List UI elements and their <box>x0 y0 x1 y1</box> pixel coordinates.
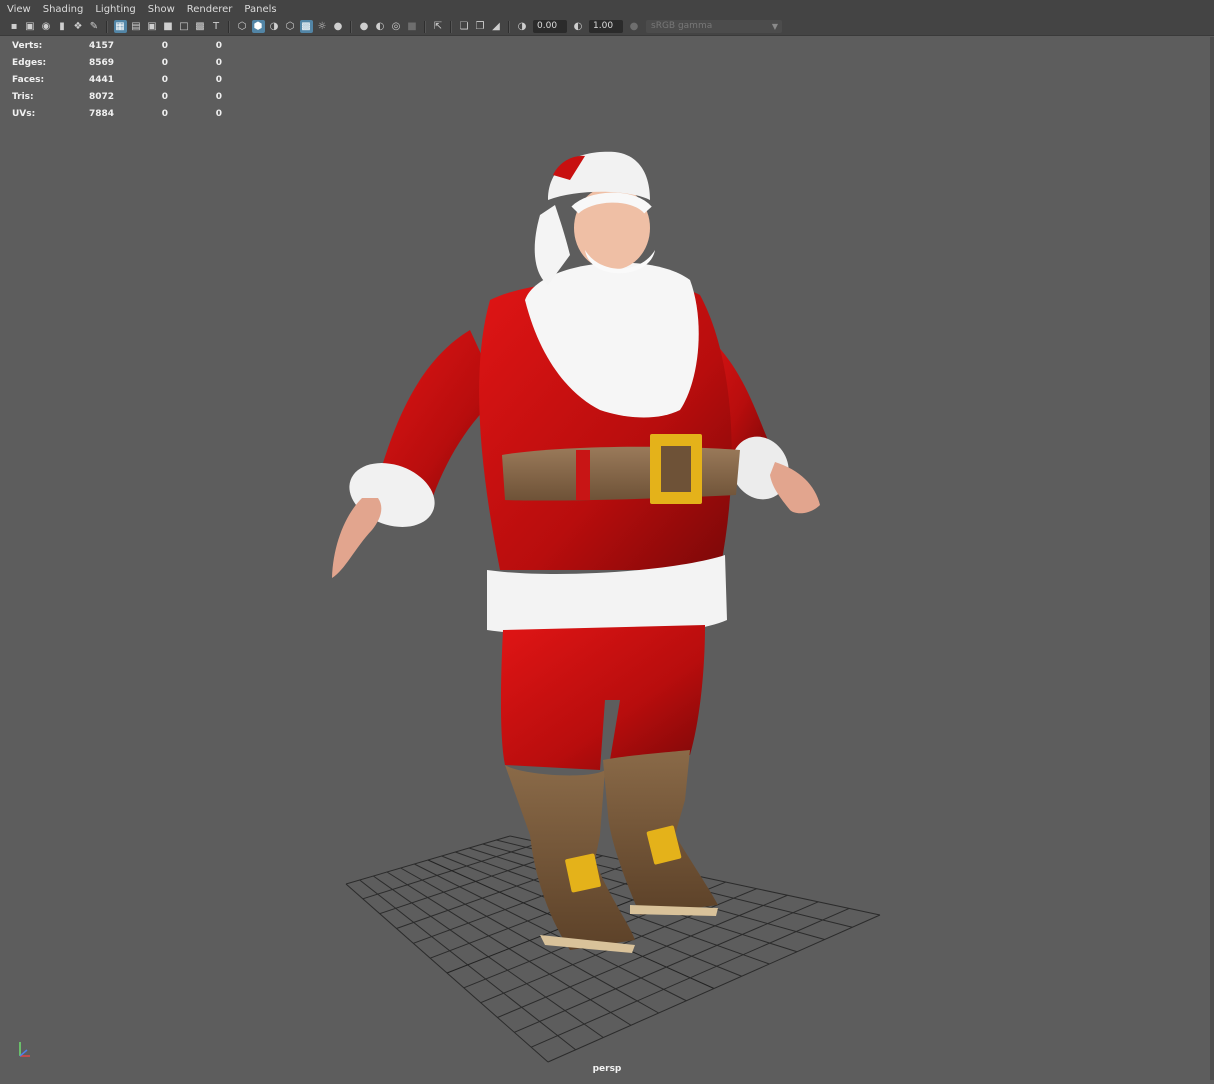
film-gate-icon[interactable]: ▤ <box>130 20 143 33</box>
hud-row-faces: Faces: 4441 0 0 <box>12 71 222 88</box>
select-camera-icon[interactable]: ▪ <box>8 20 21 33</box>
camera-attributes-icon[interactable]: ▣ <box>24 20 37 33</box>
poly-count-hud: Verts: 4157 0 0 Edges: 8569 0 0 Faces: 4… <box>12 37 222 123</box>
menu-panels[interactable]: Panels <box>238 4 282 15</box>
hud-row-uvs: UVs: 7884 0 0 <box>12 106 222 123</box>
viewport-scene <box>332 151 881 1063</box>
flat-shade-icon[interactable]: ◑ <box>268 20 281 33</box>
safe-action-icon[interactable]: ▩ <box>194 20 207 33</box>
hud-selected-value: 0 <box>161 109 168 120</box>
panel-menu-bar: View Shading Lighting Show Renderer Pane… <box>0 0 1214 18</box>
color-space-dropdown[interactable]: sRGB gamma ▼ <box>646 20 782 33</box>
bounding-box-icon[interactable]: ⬡ <box>284 20 297 33</box>
hud-value: 8569 <box>88 57 114 68</box>
safe-title-icon[interactable]: T <box>210 20 223 33</box>
toolbar-separator <box>228 20 230 33</box>
hud-label: Faces: <box>12 74 45 85</box>
hud-components-value: 0 <box>215 40 222 51</box>
toolbar-separator <box>106 20 108 33</box>
toolbar-separator <box>424 20 426 33</box>
motion-blur-icon[interactable]: ◐ <box>374 20 387 33</box>
grid-icon[interactable]: ▦ <box>113 20 127 33</box>
hud-components-value: 0 <box>215 92 222 103</box>
gate-mask-icon[interactable]: ■ <box>162 20 175 33</box>
smooth-shade-icon[interactable]: ⬢ <box>251 20 265 33</box>
viewport-3d[interactable] <box>0 37 1214 1080</box>
isolate-select-icon[interactable]: ⇱ <box>432 20 445 33</box>
depth-of-field-icon[interactable]: ■ <box>406 20 419 33</box>
view-transform-icon[interactable]: ● <box>628 20 641 33</box>
santa-model <box>332 151 820 953</box>
screen-space-ao-icon[interactable]: ● <box>358 20 371 33</box>
toolbar-separator <box>350 20 352 33</box>
hud-components-value: 0 <box>215 109 222 120</box>
hud-components-value: 0 <box>215 74 222 85</box>
exposure-field[interactable]: 0.00 <box>533 20 567 33</box>
hud-value: 8072 <box>88 92 114 103</box>
anti-aliasing-icon[interactable]: ◎ <box>390 20 403 33</box>
hud-selected-value: 0 <box>161 57 168 68</box>
menu-renderer[interactable]: Renderer <box>181 4 239 15</box>
camera-name-label: persp <box>592 1064 622 1074</box>
field-chart-icon[interactable]: □ <box>178 20 191 33</box>
viewport-border <box>1210 37 1214 1080</box>
chevron-down-icon: ▼ <box>771 22 778 31</box>
hud-value: 4441 <box>88 74 114 85</box>
menu-shading[interactable]: Shading <box>37 4 90 15</box>
hud-label: Tris: <box>12 92 34 103</box>
wireframe-icon[interactable]: ⬡ <box>236 20 249 33</box>
hud-selected-value: 0 <box>161 40 168 51</box>
resolution-gate-icon[interactable]: ▣ <box>146 20 159 33</box>
xray-icon[interactable]: ❏ <box>458 20 471 33</box>
hud-value: 7884 <box>88 109 114 120</box>
menu-view[interactable]: View <box>0 4 37 15</box>
menu-lighting[interactable]: Lighting <box>89 4 141 15</box>
textured-icon[interactable]: ▩ <box>299 20 313 33</box>
menu-show[interactable]: Show <box>142 4 181 15</box>
hud-label: UVs: <box>12 109 36 120</box>
toolbar-separator <box>508 20 510 33</box>
grease-pencil-icon[interactable]: ✎ <box>88 20 101 33</box>
hud-label: Verts: <box>12 40 43 51</box>
hud-label: Edges: <box>12 57 47 68</box>
use-all-lights-icon[interactable]: ☼ <box>316 20 329 33</box>
hud-row-edges: Edges: 8569 0 0 <box>12 54 222 71</box>
hud-row-verts: Verts: 4157 0 0 <box>12 37 222 54</box>
exposure-icon[interactable]: ◑ <box>516 20 529 33</box>
gamma-field[interactable]: 1.00 <box>589 20 623 33</box>
toolbar-separator <box>450 20 452 33</box>
xray-active-icon[interactable]: ❐ <box>474 20 487 33</box>
view-axis-icon <box>19 1042 30 1057</box>
hud-value: 4157 <box>88 40 114 51</box>
gamma-icon[interactable]: ◐ <box>572 20 585 33</box>
xray-joints-icon[interactable]: ◢ <box>490 20 503 33</box>
panel-toolbar: ▪ ▣ ◉ ▮ ❖ ✎ ▦ ▤ ▣ ■ □ ▩ T ⬡ ⬢ ◑ ⬡ ▩ ☼ ● … <box>0 18 1214 36</box>
image-plane-icon[interactable]: ❖ <box>72 20 85 33</box>
hud-row-tris: Tris: 8072 0 0 <box>12 89 222 106</box>
shadows-icon[interactable]: ● <box>332 20 345 33</box>
hud-selected-value: 0 <box>161 74 168 85</box>
bookmark-icon[interactable]: ▮ <box>56 20 69 33</box>
color-space-value: sRGB gamma <box>651 21 713 31</box>
hud-components-value: 0 <box>215 57 222 68</box>
bookmark-camera-icon[interactable]: ◉ <box>40 20 53 33</box>
hud-selected-value: 0 <box>161 92 168 103</box>
